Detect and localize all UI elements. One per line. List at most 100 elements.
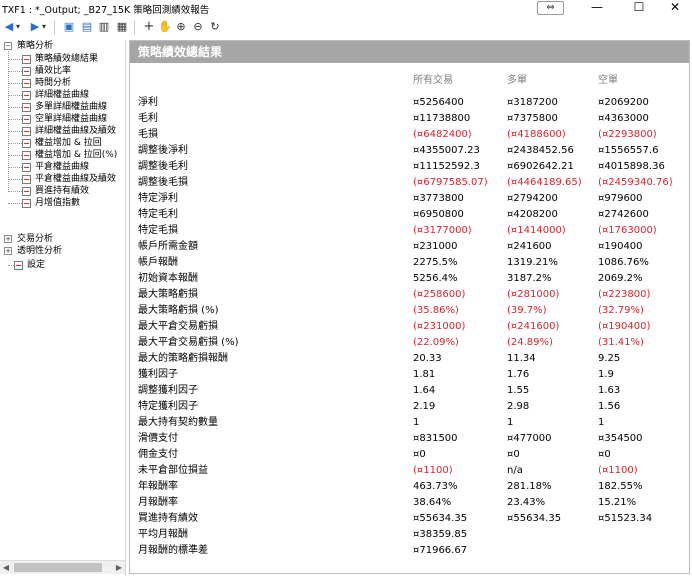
value-short: 182.55% [598, 481, 643, 492]
report-page-icon [22, 127, 31, 136]
tree-item[interactable]: 權益增加 & 拉回 [0, 137, 125, 149]
tree-horizontal-scrollbar[interactable]: ◀ ▶ [0, 560, 125, 574]
value-long: 11.34 [507, 353, 536, 364]
save-icon[interactable]: ▣ [62, 20, 76, 34]
minimize-button[interactable]: — [582, 0, 612, 16]
tree-item[interactable]: 權益增加 & 拉回(%) [0, 149, 125, 161]
report-page-icon [22, 139, 31, 148]
value-short: (¤1763000) [598, 225, 657, 236]
value-all-trades: 5256.4% [413, 273, 458, 284]
print-icon[interactable]: ▥ [97, 20, 111, 34]
collapse-icon[interactable]: − [4, 42, 12, 50]
refresh-icon[interactable]: ↻ [208, 20, 222, 34]
value-short: ¤51523.34 [598, 513, 653, 524]
tree-item[interactable]: 績效比率 [0, 65, 125, 77]
tree-connector [8, 83, 22, 84]
value-short: ¤4363000 [598, 113, 649, 124]
value-long: (24.89%) [507, 337, 553, 348]
tree-node-label: 設定 [27, 260, 46, 270]
value-all-trades: ¤71966.67 [413, 545, 468, 556]
report-page-icon [14, 261, 23, 270]
table-row: 調整後淨利 ¤4355007.23 ¤2438452.56 ¤1556557.6 [130, 143, 689, 159]
value-short: (31.41%) [598, 337, 644, 348]
value-long: (¤1414000) [507, 225, 566, 236]
tree-node-trade-analysis[interactable]: + 交易分析 [0, 233, 125, 245]
value-all-trades: ¤5256400 [413, 97, 464, 108]
value-all-trades: 1.81 [413, 369, 436, 380]
tree-item[interactable]: 月增值指數 [0, 197, 125, 209]
tree-connector [8, 179, 22, 180]
tree-item[interactable]: 詳細權益曲線 [0, 89, 125, 101]
column-header-long: 多單 [507, 75, 527, 86]
metric-label: 調整獲利因子 [138, 385, 198, 396]
zoom-out-icon[interactable]: ⊖ [191, 20, 205, 34]
expand-icon[interactable]: + [4, 235, 12, 243]
value-all-trades: ¤3773800 [413, 193, 464, 204]
table-row: 平均月報酬 ¤38359.85 [130, 527, 689, 543]
table-row: 最大策略虧損 (¤258600) (¤281000) (¤223800) [130, 287, 689, 303]
metric-label: 淨利 [138, 97, 158, 108]
metric-label: 平均月報酬 [138, 529, 188, 540]
value-all-trades: ¤0 [413, 449, 426, 460]
table-row: 帳戶所需金額 ¤231000 ¤241600 ¤190400 [130, 239, 689, 255]
scroll-right-icon[interactable]: ▶ [113, 561, 125, 574]
metric-label: 特定毛利 [138, 209, 178, 220]
close-button[interactable]: ✕ [660, 0, 690, 16]
forward-dropdown-icon[interactable]: ▾ [40, 20, 48, 34]
table-row: 最大平倉交易虧損 (¤231000) (¤241600) (¤190400) [130, 319, 689, 335]
scrollbar-thumb[interactable] [14, 563, 102, 572]
value-short: (¤2293800) [598, 129, 657, 140]
tree-item[interactable]: 平倉權益曲線 [0, 161, 125, 173]
tree-item[interactable]: 平倉權益曲線及績效 [0, 173, 125, 185]
tree-item[interactable]: 多單詳細權益曲線 [0, 101, 125, 113]
document-icon[interactable]: ▦ [115, 20, 129, 34]
value-all-trades: ¤11738800 [413, 113, 471, 124]
table-row: 未平倉部位損益 (¤1100) n/a (¤1100) [130, 463, 689, 479]
metric-label: 月報酬的標準差 [138, 545, 208, 556]
tree-item-label: 詳細權益曲線 [35, 90, 90, 100]
tree-item-label: 買進持有績效 [35, 186, 90, 196]
maximize-button[interactable]: ☐ [624, 0, 654, 16]
tree-item[interactable]: 詳細權益曲線及績效 [0, 125, 125, 137]
tree-node-strategy-analysis[interactable]: − 策略分析 [0, 40, 125, 52]
value-short: (¤2459340.76) [598, 177, 673, 188]
value-long: ¤6902642.21 [507, 161, 574, 172]
swap-button[interactable]: ⇔ [537, 1, 564, 15]
value-all-trades: 463.73% [413, 481, 458, 492]
pointer-icon[interactable]: + [142, 20, 156, 34]
tree-node-settings[interactable]: 設定 [0, 259, 125, 271]
value-short: 1 [598, 417, 605, 428]
value-short: 1.56 [598, 401, 621, 412]
tree-item[interactable]: 策略績效總結果 [0, 53, 125, 65]
tree-item[interactable]: 時間分析 [0, 77, 125, 89]
table-row: 佣金支付 ¤0 ¤0 ¤0 [130, 447, 689, 463]
value-long: n/a [507, 465, 523, 476]
tree-item[interactable]: 買進持有績效 [0, 185, 125, 197]
value-all-trades: ¤231000 [413, 241, 458, 252]
tree-node-transparency-analysis[interactable]: + 透明性分析 [0, 245, 125, 257]
metric-label: 毛損 [138, 129, 158, 140]
scroll-left-icon[interactable]: ◀ [0, 561, 12, 574]
back-dropdown-icon[interactable]: ▾ [14, 20, 22, 34]
print-preview-icon[interactable]: ▤ [80, 20, 94, 34]
value-long: ¤241600 [507, 241, 552, 252]
value-short: 1.63 [598, 385, 621, 396]
expand-icon[interactable]: + [4, 247, 12, 255]
value-all-trades: 1.64 [413, 385, 436, 396]
value-short: ¤354500 [598, 433, 643, 444]
metric-label: 調整後毛損 [138, 177, 188, 188]
value-short: ¤1556557.6 [598, 145, 659, 156]
table-row: 調整獲利因子 1.64 1.55 1.63 [130, 383, 689, 399]
value-short: 15.21% [598, 497, 637, 508]
value-all-trades: ¤55634.35 [413, 513, 468, 524]
toolbar: ◀ ▾ ▶ ▾ ▣ ▤ ▥ ▦ + ✋ ⊕ ⊖ ↻ [0, 17, 692, 39]
zoom-in-icon[interactable]: ⊕ [174, 20, 188, 34]
value-short: 2069.2% [598, 273, 643, 284]
pan-icon[interactable]: ✋ [158, 20, 172, 34]
value-long: 3187.2% [507, 273, 552, 284]
toolbar-separator [134, 20, 135, 35]
value-all-trades: (35.86%) [413, 305, 459, 316]
report-page-icon [22, 91, 31, 100]
metric-label: 獲利因子 [138, 369, 178, 380]
tree-item[interactable]: 空單詳細權益曲線 [0, 113, 125, 125]
